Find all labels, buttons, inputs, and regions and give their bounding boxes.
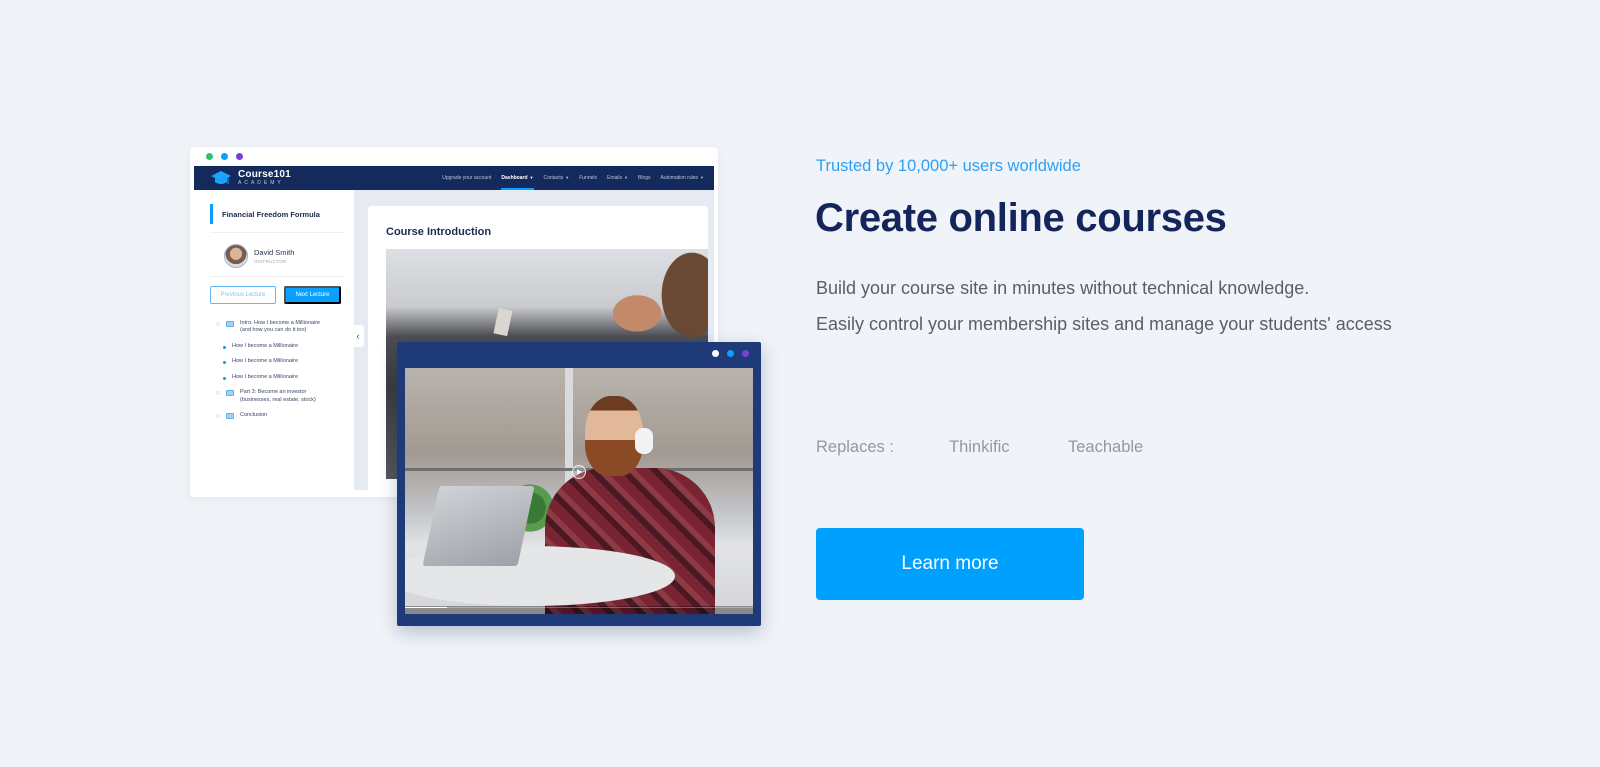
window-dots xyxy=(712,350,749,357)
chevron-down-icon: ▼ xyxy=(529,175,534,180)
lesson-subtitle: (businesses, real estate, stock) xyxy=(240,396,316,403)
window-dot-purple xyxy=(236,153,243,160)
nav-upgrade-account[interactable]: Upgrade your account xyxy=(442,175,491,181)
course-sidebar: Financial Freedom Formula David Smith IN… xyxy=(194,190,354,490)
app-navbar: Course101 ACADEMY Upgrade your account D… xyxy=(194,166,714,190)
nav-menu: Upgrade your account Dashboard ▼ Contacts… xyxy=(442,175,705,190)
window-dot-white xyxy=(712,350,719,357)
description: Build your course site in minutes withou… xyxy=(816,270,1406,342)
description-line-2: Easily control your membership sites and… xyxy=(816,314,1392,334)
video-frame[interactable] xyxy=(405,368,753,614)
chevron-down-icon: ▼ xyxy=(700,175,704,180)
nav-emails[interactable]: Emails ▼ xyxy=(607,175,628,181)
replaced-product: Thinkific xyxy=(949,438,1010,456)
instructor-role: INSTRUCTOR xyxy=(254,259,287,264)
video-progress-track[interactable] xyxy=(405,607,753,608)
video-progress-fill xyxy=(405,607,447,608)
instructor-name: David Smith xyxy=(254,248,295,257)
banknote-shape xyxy=(493,307,513,337)
status-circle-icon xyxy=(216,322,220,326)
book-icon xyxy=(226,412,234,419)
lesson-title: Conclusion xyxy=(240,411,268,418)
replaces-label: Replaces : xyxy=(816,438,894,456)
next-lecture-button[interactable]: Next Lecture xyxy=(284,286,341,304)
nav-label: Automation rules xyxy=(660,175,699,181)
lesson-item[interactable]: How I become a Millionaire xyxy=(212,358,352,365)
replaced-product: Teachable xyxy=(1068,438,1144,456)
nav-dashboard[interactable]: Dashboard ▼ xyxy=(501,175,534,190)
lesson-title: Part 3: Become an investor xyxy=(240,389,307,396)
window-dots xyxy=(206,153,243,160)
course-title-block: Financial Freedom Formula xyxy=(210,204,320,224)
status-circle-icon xyxy=(216,391,220,396)
nav-funnels[interactable]: Funnels xyxy=(579,175,597,181)
window-dot-green xyxy=(206,153,213,160)
description-line-1: Build your course site in minutes withou… xyxy=(816,278,1310,298)
lesson-title: How I become a Millionaire xyxy=(232,358,299,365)
nav-blogs[interactable]: Blogs xyxy=(638,175,651,181)
page-title: Create online courses xyxy=(815,196,1227,240)
headphone-shape xyxy=(635,428,653,454)
lecture-title: Course Introduction xyxy=(386,226,492,238)
previous-lecture-button[interactable]: Previous Lecture xyxy=(210,286,276,304)
chevron-down-icon: ▼ xyxy=(624,175,628,180)
bullet-dot-icon xyxy=(222,345,226,349)
lesson-subtitle: (and how you can do it too) xyxy=(240,327,307,334)
bullet-dot-icon xyxy=(222,361,226,365)
lesson-item[interactable]: How I become a Millionaire xyxy=(212,374,352,381)
nav-label: Blogs xyxy=(637,175,651,181)
book-icon xyxy=(226,321,234,327)
status-circle-icon xyxy=(216,413,220,418)
learn-more-button[interactable]: Learn more xyxy=(816,528,1084,600)
nav-label: Upgrade your account xyxy=(442,175,492,181)
laptop-shape xyxy=(422,486,535,566)
lesson-title: How I become a Millionaire xyxy=(232,373,299,380)
brand-title: Course101 xyxy=(238,169,291,180)
book-icon xyxy=(226,390,234,397)
lesson-title: Intro: How I become a Millionaire xyxy=(240,320,321,326)
tagline: Trusted by 10,000+ users worldwide xyxy=(816,157,1081,175)
nav-label: Contacts xyxy=(543,175,564,181)
lesson-item[interactable]: Part 3: Become an investor (businesses, r… xyxy=(212,389,352,404)
nav-contacts[interactable]: Contacts ▼ xyxy=(544,175,570,181)
graduation-cap-icon xyxy=(211,171,231,184)
brand-logo[interactable]: Course101 ACADEMY xyxy=(210,169,291,187)
lesson-item[interactable]: Conclusion xyxy=(212,412,352,419)
video-player-window xyxy=(397,342,761,626)
play-icon[interactable] xyxy=(572,465,586,479)
lesson-item[interactable]: How I become a Millionaire xyxy=(212,343,352,350)
bullet-dot-icon xyxy=(222,376,226,380)
nav-label: Dashboard xyxy=(501,175,528,181)
nav-automation-rules[interactable]: Automation rules ▼ xyxy=(661,175,705,181)
window-dot-blue xyxy=(727,350,734,357)
brand-subtitle: ACADEMY xyxy=(238,180,284,186)
instructor-info: David Smith INSTRUCTOR xyxy=(224,244,294,268)
nav-label: Emails xyxy=(607,175,623,181)
lesson-item[interactable]: Intro: How I become a Millionaire (and ho… xyxy=(212,320,352,335)
divider xyxy=(210,276,344,277)
instructor-avatar xyxy=(224,244,248,268)
lesson-title: How I become a Millionaire xyxy=(232,342,299,349)
divider xyxy=(210,232,344,233)
chevron-down-icon: ▼ xyxy=(565,175,570,180)
window-dot-purple xyxy=(742,350,749,357)
replaces-row: Replaces : Thinkific Teachable xyxy=(816,438,1143,457)
nav-label: Funnels xyxy=(579,175,597,181)
window-dot-blue xyxy=(221,153,228,160)
lesson-list: Intro: How I become a Millionaire (and ho… xyxy=(212,320,352,427)
course-title: Financial Freedom Formula xyxy=(222,209,320,219)
chevron-left-icon[interactable]: ‹ xyxy=(352,325,364,347)
